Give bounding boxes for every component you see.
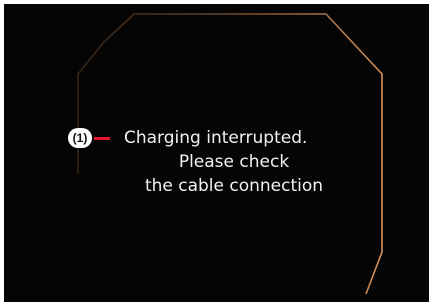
- message-line-2: Please check: [178, 152, 290, 172]
- message-line-3: the cable connection: [144, 176, 324, 196]
- message-line-1: Charging interrupted.: [124, 128, 308, 148]
- callout-number-badge: (1): [68, 128, 92, 148]
- cluster-display: (1) Charging interrupted. Please check t…: [4, 4, 429, 302]
- charging-warning-message: Charging interrupted. Please check the c…: [104, 126, 364, 198]
